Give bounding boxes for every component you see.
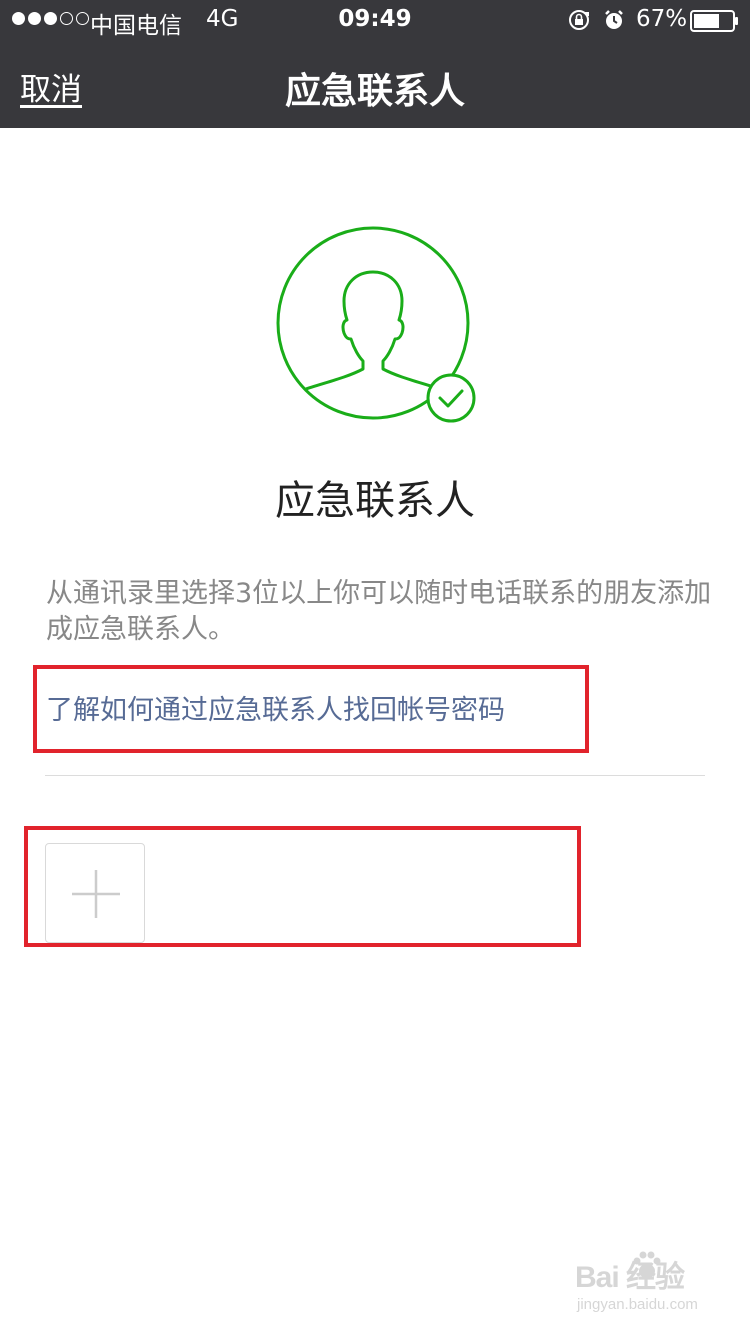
divider bbox=[45, 775, 705, 776]
alarm-icon bbox=[605, 10, 623, 29]
battery-percent: 67% bbox=[636, 6, 688, 32]
description-text: 从通讯录里选择3位以上你可以随时电话联系的朋友添加成应急联系人。 bbox=[46, 578, 712, 645]
top-bar: 中国电信 4G 09:49 67% 取消 应急联系人 bbox=[0, 0, 750, 128]
page-heading: 应急联系人 bbox=[275, 478, 475, 524]
highlight-box-add-contact bbox=[24, 826, 581, 947]
check-badge-icon bbox=[426, 373, 476, 423]
rotation-lock-icon bbox=[569, 10, 589, 30]
watermark-url: jingyan.baidu.com bbox=[577, 1296, 698, 1313]
navigation-bar: 取消 应急联系人 bbox=[0, 40, 750, 128]
highlight-box-help-link bbox=[33, 665, 589, 753]
screen: 中国电信 4G 09:49 67% 取消 应急联系人 应急联系人 从通讯录里选择… bbox=[0, 0, 750, 1334]
watermark: Bai 经验 jingyan.baidu.com bbox=[575, 1251, 735, 1322]
battery-icon bbox=[690, 10, 738, 32]
nav-title: 应急联系人 bbox=[284, 71, 465, 112]
person-silhouette-icon bbox=[276, 226, 476, 423]
status-bar: 中国电信 4G 09:49 67% bbox=[0, 0, 750, 40]
paw-icon bbox=[633, 1251, 661, 1278]
